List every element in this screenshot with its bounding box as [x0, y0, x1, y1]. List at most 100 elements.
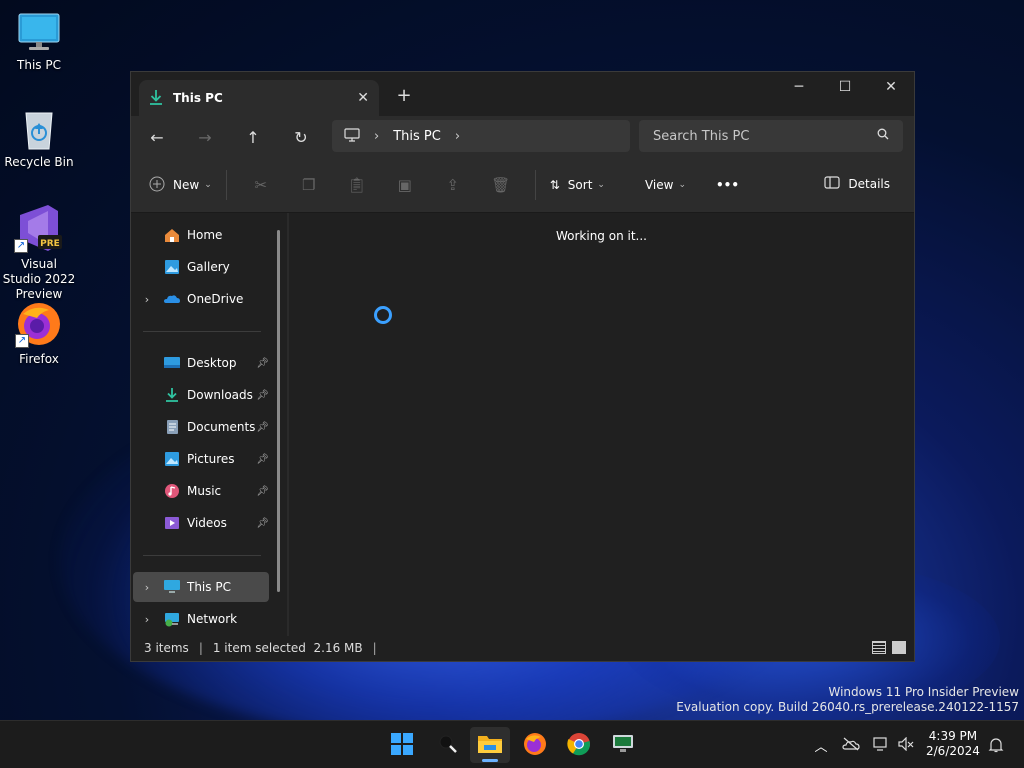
- tab-close-icon[interactable]: ✕: [357, 90, 369, 106]
- clock-time: 4:39 PM: [928, 729, 978, 743]
- sidebar-divider: [143, 331, 261, 332]
- pin-icon[interactable]: 📌︎: [256, 390, 269, 401]
- selection-info: 1 item selected 2.16 MB: [212, 641, 363, 655]
- remote-desktop-taskbar-button[interactable]: [603, 727, 643, 763]
- watermark-line-2: Evaluation copy. Build 26040.rs_prerelea…: [676, 700, 1019, 714]
- item-count: 3 items: [144, 641, 189, 655]
- search-taskbar-button[interactable]: [428, 727, 468, 763]
- onedrive-cloud-icon: [163, 291, 181, 307]
- new-button[interactable]: New ⌄: [149, 176, 212, 195]
- copy-icon[interactable]: ❐: [285, 176, 333, 194]
- maximize-button[interactable]: ☐: [822, 72, 868, 102]
- details-pane-button[interactable]: Details: [824, 176, 890, 192]
- status-bar: 3 items | 1 item selected 2.16 MB |: [131, 635, 914, 661]
- sidebar-item-label: Downloads: [187, 388, 253, 402]
- sidebar-scrollbar[interactable]: [277, 230, 280, 592]
- sidebar-item-home[interactable]: Home: [133, 220, 269, 250]
- up-button[interactable]: ↑: [229, 128, 277, 147]
- network-status-icon[interactable]: [868, 736, 894, 754]
- sidebar-item-label: OneDrive: [187, 292, 244, 306]
- rename-icon[interactable]: ▣: [381, 176, 429, 194]
- chevron-up-icon[interactable]: ︿: [808, 736, 834, 755]
- forward-button[interactable]: →: [181, 128, 229, 147]
- share-icon[interactable]: ⇪: [429, 176, 477, 194]
- chevron-right-icon: ›: [374, 128, 380, 144]
- address-bar[interactable]: › This PC ›: [332, 120, 630, 152]
- chevron-right-icon[interactable]: ›: [455, 129, 460, 144]
- sidebar-item-downloads[interactable]: Downloads 📌︎: [133, 380, 269, 410]
- desktop-icon-firefox[interactable]: ↗ Firefox: [1, 300, 77, 367]
- loading-text: Working on it...: [555, 229, 647, 243]
- clock[interactable]: 4:39 PM 2/6/2024: [926, 729, 980, 759]
- chrome-taskbar-button[interactable]: [559, 727, 599, 763]
- status-separator: |: [372, 641, 377, 655]
- details-view-icon[interactable]: [872, 641, 886, 654]
- notification-bell-icon[interactable]: [988, 737, 1004, 756]
- sidebar-item-desktop[interactable]: Desktop 📌︎: [133, 348, 269, 378]
- search-box[interactable]: Search This PC: [639, 120, 903, 152]
- firefox-icon: [523, 732, 547, 759]
- tab-this-pc[interactable]: This PC ✕: [139, 80, 379, 116]
- file-explorer-taskbar-button[interactable]: [470, 727, 510, 763]
- sidebar-item-videos[interactable]: Videos 📌︎: [133, 508, 269, 538]
- shortcut-arrow-icon: ↗: [14, 239, 28, 253]
- sort-button[interactable]: ⇅ Sort ⌄: [550, 178, 605, 192]
- search-placeholder: Search This PC: [653, 128, 750, 144]
- volume-muted-icon[interactable]: [894, 736, 918, 754]
- onedrive-offline-icon[interactable]: [834, 737, 868, 754]
- taskbar: ︿ 4:39 PM 2/6/2024: [0, 720, 1024, 768]
- status-separator: |: [198, 641, 203, 655]
- file-list-area[interactable]: Working on it...: [289, 213, 914, 636]
- start-button[interactable]: [382, 727, 422, 763]
- desktop-icon-label: Firefox: [19, 352, 59, 366]
- sidebar-item-music[interactable]: Music 📌︎: [133, 476, 269, 506]
- more-options-button[interactable]: •••: [716, 178, 739, 192]
- sidebar-item-onedrive[interactable]: › OneDrive: [133, 284, 269, 314]
- paste-icon[interactable]: 📋︎: [333, 176, 381, 194]
- back-button[interactable]: ←: [133, 128, 181, 147]
- desktop-icon-this-pc[interactable]: This PC: [1, 10, 77, 73]
- sidebar-item-label: Desktop: [187, 356, 237, 370]
- new-tab-button[interactable]: +: [391, 84, 417, 108]
- sidebar-item-this-pc[interactable]: › This PC: [133, 572, 269, 602]
- toolbar-divider: [534, 170, 536, 200]
- pin-icon[interactable]: 📌︎: [256, 422, 269, 433]
- large-icons-view-icon[interactable]: [892, 641, 906, 654]
- loading-spinner-icon: [374, 306, 392, 324]
- sidebar-item-pictures[interactable]: Pictures 📌︎: [133, 444, 269, 474]
- pin-icon[interactable]: 📌︎: [256, 486, 269, 497]
- search-icon: [877, 128, 889, 144]
- window-controls: ─ ☐ ✕: [776, 72, 914, 102]
- breadcrumb-this-pc[interactable]: This PC: [393, 129, 441, 144]
- details-button-label: Details: [848, 177, 890, 191]
- desktop-icon-label: Visual Studio 2022 Preview: [2, 257, 76, 301]
- sort-button-label: Sort: [567, 178, 593, 192]
- recycle-bin-icon: [17, 107, 61, 151]
- sidebar-item-label: Gallery: [187, 260, 230, 274]
- command-bar: New ⌄ ✂ ❐ 📋︎ ▣ ⇪ 🗑︎ ⇅ Sort ⌄ View ⌄ ••• …: [131, 158, 914, 213]
- delete-icon[interactable]: 🗑︎: [477, 176, 525, 194]
- gallery-icon: [163, 259, 181, 275]
- chevron-right-icon[interactable]: ›: [133, 613, 161, 626]
- pin-icon[interactable]: 📌︎: [256, 358, 269, 369]
- view-button[interactable]: View ⌄: [645, 178, 686, 192]
- sidebar-item-documents[interactable]: Documents 📌︎: [133, 412, 269, 442]
- desktop-icon-visual-studio[interactable]: PRE ↗ Visual Studio 2022 Preview: [1, 203, 77, 302]
- cut-icon[interactable]: ✂: [237, 176, 285, 194]
- plus-circle-icon: [149, 176, 165, 195]
- minimize-button[interactable]: ─: [776, 72, 822, 102]
- pin-icon[interactable]: 📌︎: [256, 454, 269, 465]
- evaluation-watermark: Windows 11 Pro Insider Preview Evaluatio…: [676, 685, 1019, 715]
- firefox-taskbar-button[interactable]: [515, 727, 555, 763]
- desktop-icon-recycle-bin[interactable]: Recycle Bin: [1, 107, 77, 170]
- chevron-right-icon[interactable]: ›: [133, 293, 161, 306]
- close-window-button[interactable]: ✕: [868, 72, 914, 102]
- visual-studio-icon: PRE ↗: [14, 203, 64, 253]
- refresh-button[interactable]: ↻: [277, 128, 325, 147]
- file-explorer-window: This PC ✕ + ─ ☐ ✕ ← → ↑ ↻ › This PC › Se…: [130, 71, 915, 662]
- sidebar-item-network[interactable]: › Network: [133, 604, 269, 634]
- navigation-pane: Home Gallery › OneDrive Desktop 📌︎ Downl…: [131, 213, 285, 636]
- pin-icon[interactable]: 📌︎: [256, 518, 269, 529]
- sidebar-item-gallery[interactable]: Gallery: [133, 252, 269, 282]
- chevron-right-icon[interactable]: ›: [133, 581, 161, 594]
